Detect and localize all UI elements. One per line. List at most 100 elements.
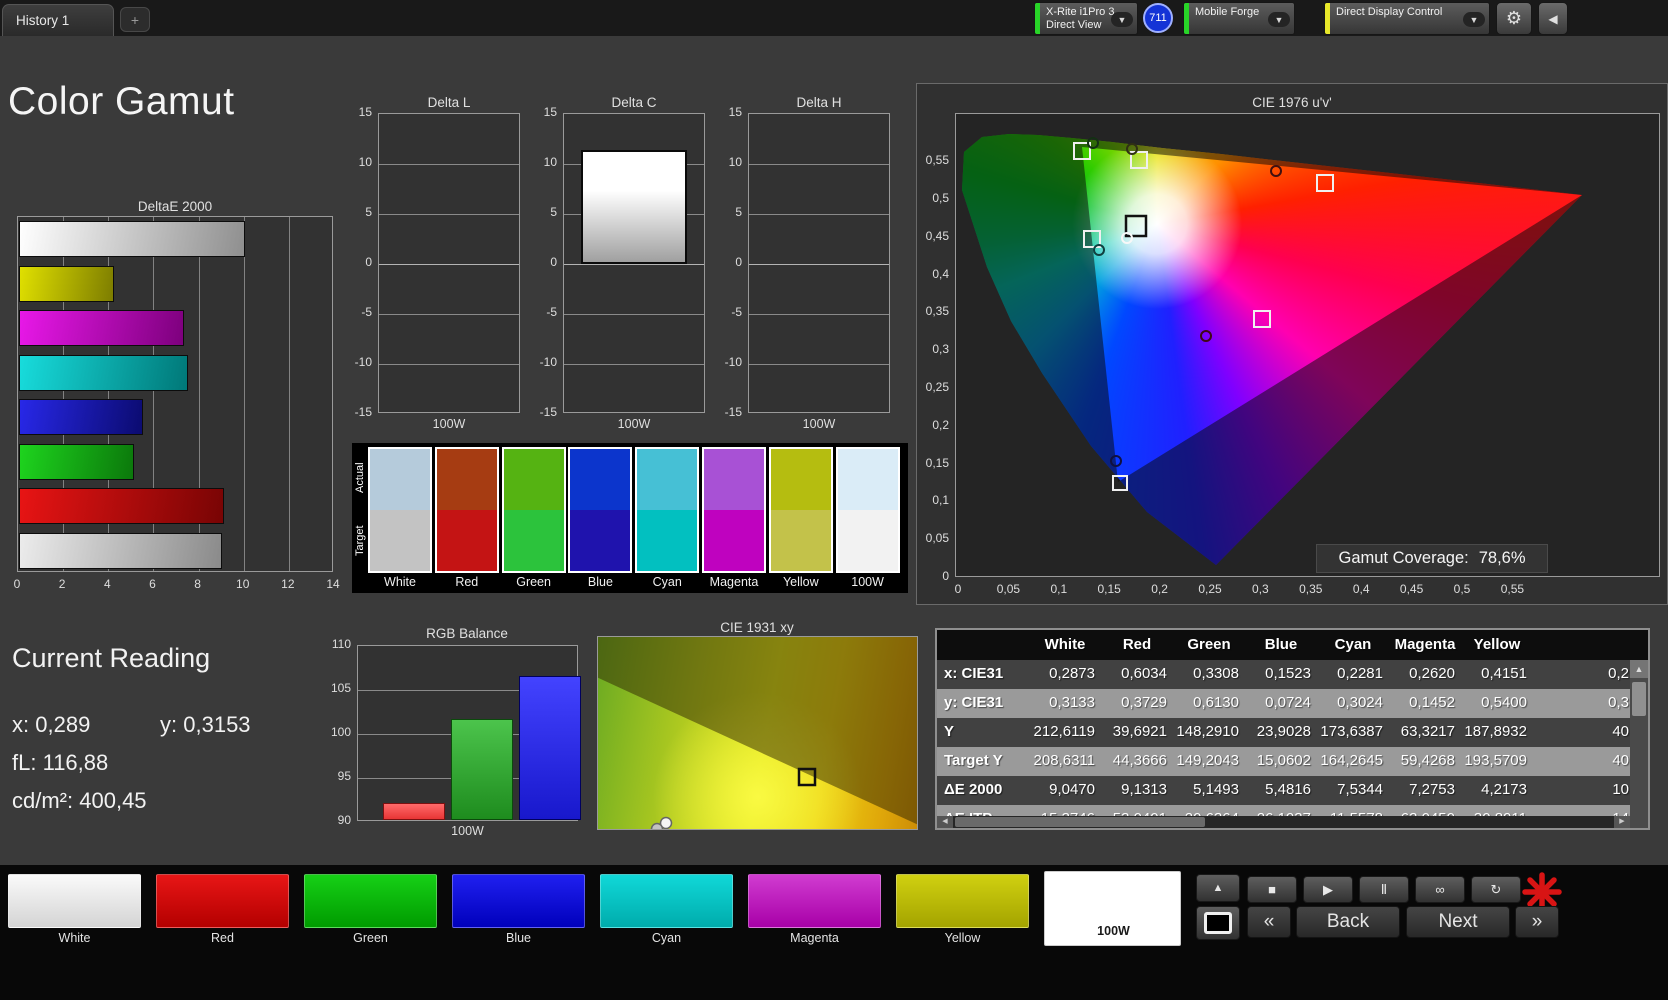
scrollbar-thumb[interactable] bbox=[1632, 682, 1646, 716]
axis-tick-label: 10 bbox=[543, 155, 557, 169]
swatch-target-magenta bbox=[704, 510, 764, 571]
loop-icon: ↻ bbox=[1490, 881, 1502, 897]
deltae-chart-plot bbox=[17, 216, 333, 572]
rgb-gridline bbox=[358, 734, 577, 735]
measured-marker-red bbox=[1270, 165, 1282, 177]
cie1931-markers-overlay bbox=[650, 767, 817, 829]
axis-tick-label: 10 bbox=[236, 577, 250, 591]
table-cell: 0,5400 bbox=[1481, 694, 1527, 711]
swatch-actual-cyan bbox=[637, 449, 698, 510]
transport-loop-button[interactable]: ↻ bbox=[1471, 876, 1521, 903]
axis-tick-label: -5 bbox=[731, 305, 742, 319]
target-row-label: Target bbox=[354, 525, 366, 557]
transport-play-button[interactable]: ▶ bbox=[1303, 876, 1353, 903]
axis-tick-label: -10 bbox=[724, 355, 742, 369]
meter-dropdown[interactable]: X-Rite i1Pro 3 Direct View ▼ bbox=[1034, 2, 1138, 35]
table-row-label: Target Y bbox=[944, 752, 1003, 769]
delta-gridline bbox=[379, 364, 519, 365]
scroll-right-button[interactable]: ▶ bbox=[1614, 816, 1630, 828]
play-icon: ▶ bbox=[1323, 881, 1333, 897]
add-tab-button[interactable]: + bbox=[120, 7, 150, 32]
back-button[interactable]: Back bbox=[1296, 906, 1400, 938]
scroll-patches-up-button[interactable]: ▲ bbox=[1196, 874, 1240, 902]
patch-label: Cyan bbox=[651, 931, 682, 945]
patch-button-cyan[interactable] bbox=[600, 874, 733, 928]
table-cell: 9,1313 bbox=[1121, 781, 1167, 798]
delta-chart-delta-l bbox=[378, 113, 520, 413]
chart-title-delta-l: Delta L bbox=[427, 95, 471, 110]
table-cell: 0,0724 bbox=[1265, 694, 1311, 711]
axis-tick-label: -15 bbox=[724, 405, 742, 419]
transport-stop-button[interactable]: ■ bbox=[1247, 876, 1297, 903]
table-cell: 5,4816 bbox=[1265, 781, 1311, 798]
axis-tick-label: 5 bbox=[365, 205, 372, 219]
axis-tick-label: 10 bbox=[728, 155, 742, 169]
deltae-gridline bbox=[63, 217, 65, 571]
table-cell: 15,0602 bbox=[1256, 752, 1311, 769]
delta-chart-delta-c bbox=[563, 113, 705, 413]
swatch-actual-magenta bbox=[704, 449, 764, 510]
table-cell-partial: 40 bbox=[1612, 723, 1629, 740]
deltae-bar-white bbox=[19, 532, 223, 569]
patch-button-100w-selected[interactable]: 100W bbox=[1044, 871, 1181, 946]
patch-button-blue[interactable] bbox=[452, 874, 585, 928]
axis-tick-label: -5 bbox=[546, 305, 557, 319]
swatch-target-100w bbox=[837, 510, 898, 571]
next-chevron-button[interactable]: » bbox=[1515, 906, 1559, 938]
reading-x: x: 0,289 bbox=[12, 712, 91, 737]
deltae-bar-green bbox=[19, 443, 135, 480]
delta-gridline bbox=[379, 264, 519, 265]
deltae-gridline bbox=[243, 217, 245, 571]
table-cell: 59,4268 bbox=[1400, 752, 1455, 769]
table-cell: 0,3729 bbox=[1121, 694, 1167, 711]
table-cell: 212,6119 bbox=[1033, 723, 1095, 740]
rgb-balance-plot bbox=[357, 645, 581, 821]
patch-button-white[interactable] bbox=[8, 874, 141, 928]
axis-tick-label: 5 bbox=[735, 205, 742, 219]
axis-tick-label: -10 bbox=[539, 355, 557, 369]
measured-marker-magenta bbox=[1200, 330, 1212, 342]
table-cell: 208,6311 bbox=[1033, 752, 1095, 769]
table-cell: 0,2620 bbox=[1409, 665, 1455, 682]
deltae-bar-red bbox=[19, 488, 225, 524]
axis-tick-label: 12 bbox=[281, 577, 295, 591]
delta-gridline bbox=[749, 164, 889, 165]
patch-button-yellow[interactable] bbox=[896, 874, 1029, 928]
collapse-panel-button[interactable]: ◀ bbox=[1538, 2, 1568, 35]
axis-tick-label: 95 bbox=[337, 769, 351, 783]
tab-history-1[interactable]: History 1 bbox=[2, 4, 114, 36]
patch-button-magenta[interactable] bbox=[748, 874, 881, 928]
table-column-header: Blue bbox=[1264, 636, 1298, 653]
table-cell: 0,1452 bbox=[1409, 694, 1455, 711]
continuous-icon: ∞ bbox=[1435, 882, 1445, 897]
source-dropdown[interactable]: Mobile Forge ▼ bbox=[1183, 2, 1295, 35]
delta-gridline bbox=[379, 164, 519, 165]
scrollbar-thumb[interactable] bbox=[955, 817, 1205, 827]
axis-tick-label: -15 bbox=[354, 405, 372, 419]
next-button[interactable]: Next bbox=[1406, 906, 1510, 938]
patch-button-red[interactable] bbox=[156, 874, 289, 928]
table-row-label: y: CIE31 bbox=[944, 694, 1004, 711]
display-control-dropdown[interactable]: Direct Display Control ▼ bbox=[1324, 2, 1490, 35]
scroll-left-button[interactable]: ◀ bbox=[937, 816, 953, 828]
patch-label: 100W bbox=[1097, 924, 1130, 938]
settings-button[interactable]: ⚙ bbox=[1496, 2, 1532, 35]
table-cell: 0,3308 bbox=[1193, 665, 1239, 682]
blank-screen-button[interactable] bbox=[1196, 906, 1240, 940]
patch-button-green[interactable] bbox=[304, 874, 437, 928]
patch-label: Red bbox=[211, 931, 234, 945]
up-arrow-icon: ▲ bbox=[1212, 882, 1224, 894]
swatch-target-white bbox=[370, 510, 430, 571]
rgb-bar-blue bbox=[519, 675, 581, 820]
axis-tick-label: 100 bbox=[330, 725, 351, 739]
target-marker-magenta bbox=[1253, 310, 1271, 328]
table-column-header: Cyan bbox=[1334, 636, 1372, 653]
back-chevron-button[interactable]: « bbox=[1247, 906, 1291, 938]
scroll-up-button[interactable]: ▲ bbox=[1630, 660, 1648, 678]
table-cell: 0,6130 bbox=[1193, 694, 1239, 711]
target-marker-red bbox=[1316, 174, 1334, 192]
deltae-bar-blue bbox=[19, 399, 144, 435]
table-cell-partial: 0,2 bbox=[1608, 665, 1629, 682]
transport-continuous-button[interactable]: ∞ bbox=[1415, 876, 1465, 903]
transport-pause-button[interactable]: Ⅱ bbox=[1359, 876, 1409, 903]
